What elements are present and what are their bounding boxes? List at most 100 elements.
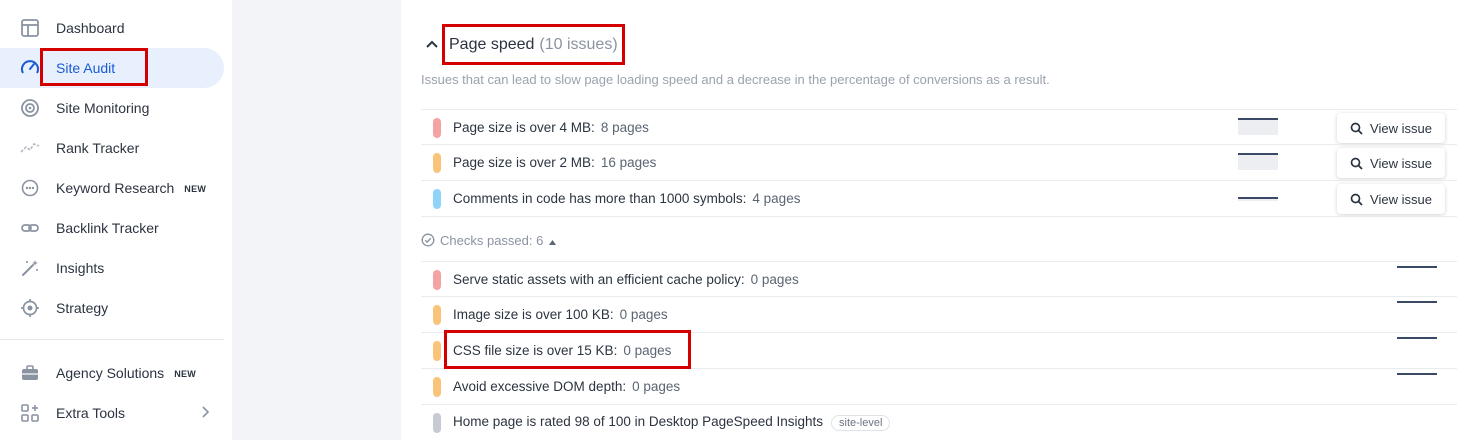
check-text: Home page is rated 98 of 100 in Desktop … — [453, 414, 891, 431]
view-issue-button[interactable]: View issue — [1337, 184, 1445, 214]
issue-row: Page size is over 4 MB: 8 pages View issu… — [421, 109, 1457, 145]
sidebar-item-label: Dashboard — [56, 20, 125, 36]
issue-title: Comments in code has more than 1000 symb… — [453, 191, 747, 206]
severity-indicator — [433, 413, 441, 433]
sidebar-item-insights[interactable]: Insights — [0, 248, 224, 288]
issue-mini-bar — [1238, 118, 1278, 135]
keyword-icon — [20, 178, 40, 198]
section-header[interactable]: Page speed (10 issues) — [425, 32, 618, 58]
search-icon — [1350, 122, 1363, 135]
issue-mini-bar — [1238, 197, 1278, 201]
check-circle-icon — [421, 233, 435, 247]
sidebar-item-strategy[interactable]: Strategy — [0, 288, 224, 328]
view-issue-label: View issue — [1370, 155, 1432, 171]
target-icon — [20, 298, 40, 318]
check-count: 0 pages — [750, 272, 799, 287]
sidebar-item-label: Agency Solutions NEW — [56, 365, 196, 381]
sidebar-item-text: Keyword Research — [56, 180, 175, 196]
severity-indicator — [433, 118, 441, 138]
check-title: Image size is over 100 KB: — [453, 307, 614, 322]
issue-text: Comments in code has more than 1000 symb… — [453, 191, 800, 206]
check-mini-bar — [1397, 301, 1437, 303]
divider — [421, 216, 1457, 217]
grid-plus-icon — [20, 403, 40, 423]
site-level-tag: site-level — [831, 414, 891, 431]
magic-wand-icon — [20, 258, 40, 278]
sidebar-divider — [0, 339, 224, 340]
section-issue-count: (10 issues) — [539, 36, 618, 53]
sidebar-item-label: Insights — [56, 260, 105, 276]
check-text: Image size is over 100 KB: 0 pages — [453, 307, 668, 322]
content-gutter — [232, 0, 401, 440]
issue-count: 4 pages — [752, 191, 801, 206]
passed-check-row: Home page is rated 98 of 100 in Desktop … — [421, 404, 1457, 440]
sidebar-item-label: Strategy — [56, 300, 109, 316]
check-text: CSS file size is over 15 KB: 0 pages — [453, 343, 671, 358]
severity-indicator — [433, 305, 441, 325]
chevron-right-icon — [200, 405, 210, 424]
speedometer-icon — [20, 58, 40, 78]
sidebar-item-label: Rank Tracker — [56, 140, 140, 156]
issue-title: Page size is over 2 MB: — [453, 155, 595, 170]
check-text: Avoid excessive DOM depth: 0 pages — [453, 379, 680, 394]
check-count: 0 pages — [632, 379, 681, 394]
check-title: CSS file size is over 15 KB: — [453, 343, 618, 358]
sidebar-item-agency-solutions[interactable]: Agency Solutions NEW — [0, 353, 224, 393]
sidebar-item-rank-tracker[interactable]: Rank Tracker — [0, 128, 224, 168]
sidebar-item-site-audit[interactable]: Site Audit — [0, 48, 224, 88]
check-title: Serve static assets with an efficient ca… — [453, 272, 745, 287]
view-issue-label: View issue — [1370, 191, 1432, 207]
check-mini-bar — [1397, 266, 1437, 268]
check-title: Home page is rated 98 of 100 in Desktop … — [453, 414, 823, 430]
search-icon — [1350, 157, 1363, 170]
sidebar-item-site-monitoring[interactable]: Site Monitoring — [0, 88, 224, 128]
monitoring-icon — [20, 98, 40, 118]
sidebar: Dashboard Site Audit Site Monitoring Ran… — [0, 0, 232, 440]
link-icon — [20, 218, 40, 238]
briefcase-icon — [20, 363, 40, 383]
severity-indicator — [433, 270, 441, 290]
rank-tracker-icon — [20, 138, 40, 158]
issue-row: Comments in code has more than 1000 symb… — [421, 180, 1457, 216]
main-content: Page speed (10 issues) Issues that can l… — [401, 0, 1463, 440]
sidebar-item-label: Backlink Tracker — [56, 220, 159, 236]
severity-indicator — [433, 341, 441, 361]
issue-text: Page size is over 4 MB: 8 pages — [453, 120, 649, 135]
sidebar-item-keyword-research[interactable]: Keyword Research NEW — [0, 168, 224, 208]
new-badge: NEW — [174, 369, 197, 380]
search-icon — [1350, 193, 1363, 206]
severity-indicator — [433, 189, 441, 209]
issue-title: Page size is over 4 MB: — [453, 120, 595, 135]
passed-check-row: Serve static assets with an efficient ca… — [421, 261, 1457, 297]
sidebar-item-label: Extra Tools — [56, 405, 125, 421]
checks-passed-toggle[interactable]: Checks passed: 6 — [421, 230, 557, 250]
sidebar-item-text: Agency Solutions — [56, 365, 165, 381]
check-mini-bar — [1397, 373, 1437, 375]
passed-check-row: Image size is over 100 KB: 0 pages — [421, 296, 1457, 332]
issue-mini-bar — [1238, 153, 1278, 170]
checks-passed-label: Checks passed: 6 — [440, 232, 544, 248]
check-count: 0 pages — [619, 307, 668, 322]
dashboard-icon — [20, 18, 40, 38]
sidebar-item-label: Site Monitoring — [56, 100, 150, 116]
caret-up-icon — [549, 233, 557, 248]
check-mini-bar — [1397, 337, 1437, 339]
check-text: Serve static assets with an efficient ca… — [453, 272, 799, 287]
sidebar-item-dashboard[interactable]: Dashboard — [0, 8, 224, 48]
view-issue-button[interactable]: View issue — [1337, 148, 1445, 178]
chevron-up-icon[interactable] — [425, 36, 439, 54]
issue-row: Page size is over 2 MB: 16 pages View iss… — [421, 144, 1457, 180]
check-title: Avoid excessive DOM depth: — [453, 379, 627, 394]
check-count: 0 pages — [623, 343, 672, 358]
sidebar-item-extra-tools[interactable]: Extra Tools — [0, 393, 224, 433]
sidebar-item-label: Site Audit — [56, 60, 116, 76]
view-issue-button[interactable]: View issue — [1337, 113, 1445, 143]
new-badge: NEW — [184, 184, 207, 195]
passed-check-row: CSS file size is over 15 KB: 0 pages — [421, 332, 1457, 368]
passed-check-row: Avoid excessive DOM depth: 0 pages — [421, 368, 1457, 404]
sidebar-item-label: Keyword Research NEW — [56, 180, 206, 196]
severity-indicator — [433, 153, 441, 173]
issue-text: Page size is over 2 MB: 16 pages — [453, 155, 656, 170]
issue-count: 8 pages — [600, 120, 649, 135]
sidebar-item-backlink-tracker[interactable]: Backlink Tracker — [0, 208, 224, 248]
